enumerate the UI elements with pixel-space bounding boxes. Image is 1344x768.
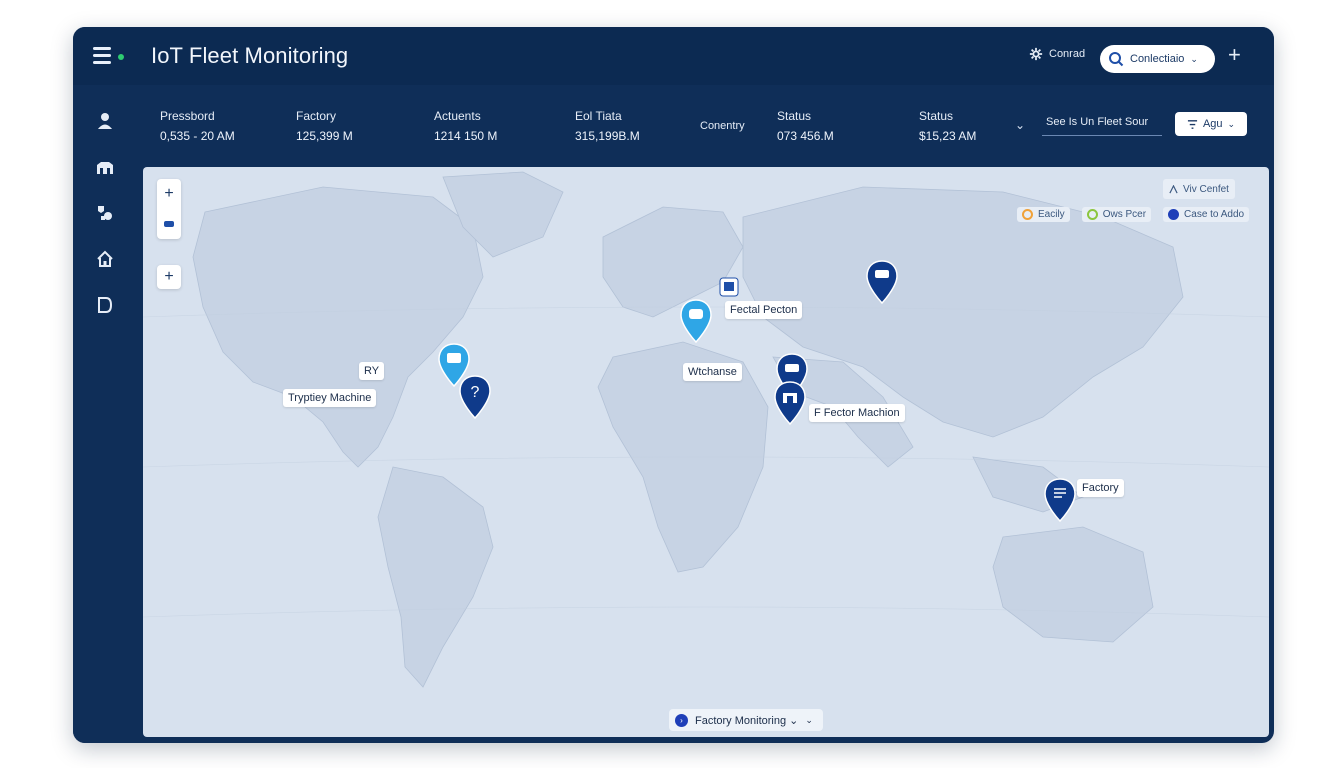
chevron-down-icon: ⌄ [1227, 118, 1236, 129]
map-marker-asia-device[interactable] [865, 260, 899, 304]
monitor-pin-icon [680, 299, 712, 343]
map-marker-label: Factory [1077, 479, 1124, 497]
stat-status-1: Status 073 456.M [777, 109, 834, 143]
legend-item[interactable]: Ows Pcer [1081, 207, 1152, 222]
stat-eol-tiata: Eol Tiata 315,199B.M [575, 109, 640, 143]
fleet-search-input[interactable]: See Is Un Fleet Sour [1042, 112, 1162, 136]
hamburger-menu-icon[interactable] [93, 47, 113, 65]
svg-text:?: ? [471, 384, 480, 401]
question-pin-icon: ? [459, 375, 491, 419]
user-icon [98, 113, 112, 129]
zoom-in-button[interactable]: + [157, 179, 181, 209]
stats-expand-chevron-icon[interactable]: ⌄ [1015, 118, 1025, 132]
map-legend: Eacily Ows Pcer Case to Addo [1017, 207, 1250, 222]
add-marker-button[interactable]: + [157, 265, 181, 289]
stat-label: Pressbord [160, 109, 215, 123]
stat-label: Actuents [434, 109, 481, 123]
home-icon [97, 250, 113, 267]
sidebar-item-factory[interactable] [93, 155, 117, 179]
map-marker-device-small[interactable] [719, 277, 739, 297]
chevron-down-icon: ⌄ [805, 714, 813, 725]
map-marker-factory-machine[interactable] [773, 381, 807, 425]
legend-dot-blue [1168, 209, 1180, 220]
sidebar-item-users[interactable] [93, 109, 117, 133]
settings-label: Conrad [1049, 48, 1086, 60]
world-map-landmass [143, 171, 1269, 688]
world-map[interactable]: + + Viv Cenfet Eacily Ows Pcer Case to A… [143, 167, 1269, 737]
factory-icon [97, 162, 113, 174]
factory-monitoring-label: Factory Monitoring ⌄ [695, 714, 799, 727]
devices-icon [98, 206, 112, 220]
settings-button[interactable]: Conrad [1029, 47, 1085, 61]
document-icon [98, 297, 113, 313]
stat-actuents: Actuents 1214 150 M [434, 109, 497, 143]
stat-status-2: Status $15,23 AM [919, 109, 976, 143]
map-view-toggle[interactable]: Viv Cenfet [1163, 179, 1235, 199]
stat-factory: Factory 125,399 M [296, 109, 353, 143]
stat-label: Eol Tiata [575, 109, 622, 123]
stat-label: Factory [296, 109, 337, 123]
stat-pressbord: Pressbord 0,535 - 20 AM [160, 109, 235, 143]
gear-icon [1029, 47, 1043, 61]
sidebar-item-documents[interactable] [93, 293, 117, 317]
stat-value: 073 456.M [777, 129, 834, 143]
device-icon [719, 277, 739, 297]
map-marker-label: Tryptiey Machine [283, 389, 377, 407]
map-marker-question[interactable]: ? [458, 375, 492, 419]
legend-item[interactable]: Case to Addo [1163, 207, 1250, 222]
connection-dropdown[interactable]: Conlectiaio ⌄ [1100, 45, 1215, 73]
map-view-label: Viv Cenfet [1183, 183, 1229, 195]
view-icon [1169, 184, 1178, 193]
sidebar [73, 85, 137, 743]
connection-label: Conlectiaio [1130, 53, 1185, 65]
map-marker-monitor[interactable] [679, 299, 713, 343]
top-header: IoT Fleet Monitoring Conrad Conlectiaio … [73, 27, 1274, 85]
layers-button[interactable] [157, 209, 181, 239]
legend-dot-orange [1022, 209, 1033, 220]
device-pin-icon [866, 260, 898, 304]
legend-label: Case to Addo [1184, 209, 1245, 220]
app-window: IoT Fleet Monitoring Conrad Conlectiaio … [73, 27, 1274, 743]
filter-label: Agu [1202, 118, 1223, 130]
search-icon [1109, 52, 1124, 67]
stat-value: $15,23 AM [919, 129, 977, 143]
map-marker-label: F Fector Machion [809, 404, 905, 422]
online-status-dot [118, 54, 124, 60]
stat-label: Status [919, 109, 954, 123]
legend-label: Eacily [1038, 209, 1065, 220]
legend-label: Ows Pcer [1102, 209, 1147, 220]
add-button[interactable]: + [1228, 43, 1241, 67]
factory-pin-icon [774, 381, 806, 425]
layers-icon [164, 221, 174, 227]
legend-dot-green [1086, 209, 1098, 220]
filter-icon [1187, 119, 1198, 129]
stat-label: Status [777, 109, 812, 123]
stats-bar: Pressbord 0,535 - 20 AM Factory 125,399 … [137, 85, 1274, 165]
stat-value: 315,199B.M [575, 129, 640, 143]
stat-value: 1214 150 M [434, 129, 498, 143]
legend-item[interactable]: Eacily [1017, 207, 1070, 222]
map-marker-label: Wtchanse [683, 363, 742, 381]
stat-value: 125,399 M [296, 129, 353, 143]
map-marker-label: RY [359, 362, 385, 380]
chevron-right-icon: › [675, 713, 688, 727]
filter-dropdown[interactable]: Agu ⌄ [1175, 112, 1247, 136]
map-marker-label: Fectal Pecton [725, 301, 803, 319]
app-title: IoT Fleet Monitoring [151, 43, 349, 68]
sidebar-item-devices[interactable] [93, 201, 117, 225]
zoom-controls: + [157, 179, 181, 239]
chevron-down-icon: ⌄ [1190, 53, 1198, 64]
document-pin-icon [1044, 478, 1076, 522]
map-marker-factory-asia[interactable] [1043, 478, 1077, 522]
factory-monitoring-dropdown[interactable]: › Factory Monitoring ⌄ ⌄ [669, 709, 823, 731]
stat-conentry: Conentry [700, 120, 745, 132]
sidebar-item-home[interactable] [93, 247, 117, 271]
stat-value: 0,535 - 20 AM [160, 129, 235, 143]
